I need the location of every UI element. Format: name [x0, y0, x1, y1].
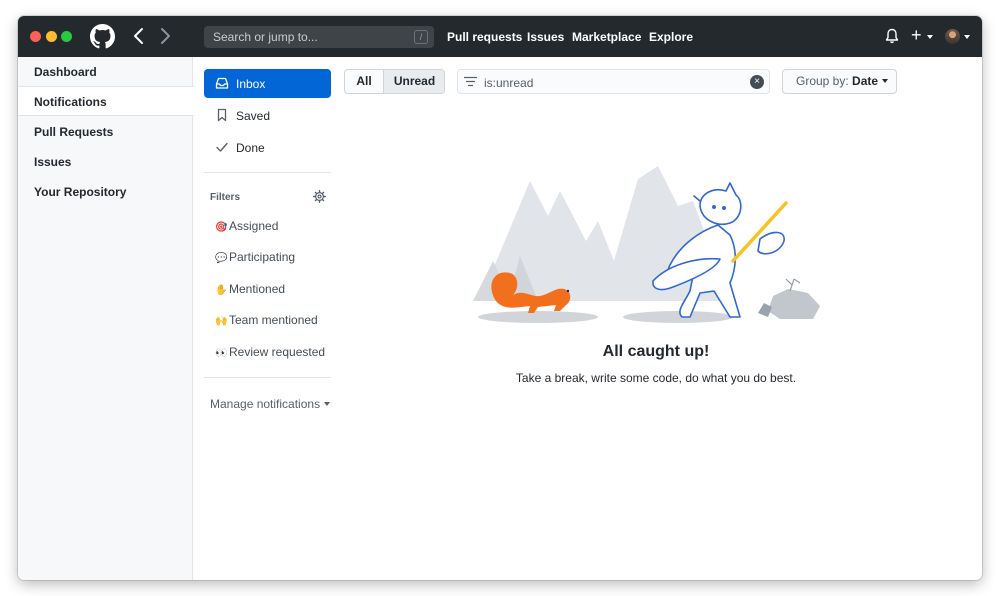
- filter-query-value: is:unread: [484, 76, 534, 90]
- clear-filter-icon[interactable]: ×: [750, 75, 764, 89]
- group-by-value: Date: [852, 74, 879, 88]
- filter-label: Team mentioned: [229, 313, 318, 327]
- octocat-shadow: [623, 311, 733, 323]
- search-shortcut-key: /: [414, 30, 428, 44]
- filter-all-button[interactable]: All: [345, 70, 383, 93]
- notif-nav-saved[interactable]: Saved: [204, 101, 331, 130]
- group-by-dropdown[interactable]: Group by: Date: [782, 69, 897, 94]
- sidebar-item-pull-requests[interactable]: Pull Requests: [18, 117, 193, 147]
- filter-label: Assigned: [229, 219, 279, 233]
- maximize-window-button[interactable]: [61, 31, 72, 42]
- notif-nav-label: Saved: [236, 109, 271, 123]
- filter-label: Participating: [229, 250, 296, 264]
- target-emoji-icon: 🎯: [215, 222, 228, 233]
- check-icon: [216, 142, 228, 152]
- notif-nav-done[interactable]: Done: [204, 133, 331, 162]
- back-arrow-icon[interactable]: [132, 27, 146, 45]
- empty-state-subtitle: Take a break, write some code, do what y…: [515, 371, 797, 385]
- search-placeholder: Search or jump to...: [213, 30, 318, 44]
- bell-icon[interactable]: [885, 28, 899, 44]
- raising-hands-emoji-icon: 🙌: [215, 316, 228, 327]
- notif-nav-label: Done: [236, 141, 265, 155]
- notif-nav-inbox[interactable]: Inbox: [204, 69, 331, 98]
- empty-state-title: All caught up!: [602, 343, 710, 360]
- create-new-caret-icon[interactable]: [927, 35, 933, 39]
- filter-team-mentioned[interactable]: 🙌 Team mentioned: [215, 313, 318, 327]
- eyes-emoji-icon: 👀: [215, 348, 228, 359]
- browser-window: Search or jump to... / Pull requests Iss…: [18, 16, 982, 580]
- squirrel-shadow: [478, 311, 598, 323]
- nav-marketplace[interactable]: Marketplace: [572, 30, 641, 44]
- user-avatar[interactable]: [945, 29, 960, 44]
- sidebar-item-notifications[interactable]: Notifications: [18, 86, 194, 116]
- nav-divider: [204, 172, 331, 173]
- filter-assigned[interactable]: 🎯 Assigned: [215, 219, 278, 233]
- read-state-toggle: All Unread: [344, 69, 445, 94]
- gear-icon[interactable]: [313, 190, 326, 203]
- left-sidebar: Dashboard Notifications Pull Requests Is…: [18, 57, 194, 580]
- filter-label: Review requested: [229, 345, 326, 359]
- filter-mentioned[interactable]: ✋ Mentioned: [215, 282, 285, 296]
- create-new-plus-icon[interactable]: +: [911, 25, 922, 45]
- sidebar-item-dashboard[interactable]: Dashboard: [18, 57, 193, 87]
- filters-heading: Filters: [210, 192, 241, 203]
- inbox-icon: [215, 77, 229, 89]
- filter-review-requested[interactable]: 👀 Review requested: [215, 345, 325, 359]
- minimize-window-button[interactable]: [46, 31, 57, 42]
- chevron-down-icon: [324, 402, 331, 406]
- manage-notifications-label: Manage notifications: [210, 397, 321, 411]
- nav-explore[interactable]: Explore: [649, 30, 693, 44]
- search-input[interactable]: Search or jump to... /: [204, 26, 434, 48]
- nav-issues[interactable]: Issues: [527, 30, 564, 44]
- filter-participating[interactable]: 💬 Participating: [215, 250, 295, 264]
- forward-arrow-icon[interactable]: [158, 27, 172, 45]
- filter-label: Mentioned: [229, 282, 286, 296]
- filter-lines-icon: [464, 76, 477, 87]
- close-window-button[interactable]: [30, 31, 41, 42]
- filters-divider: [204, 377, 331, 378]
- notification-filter-input[interactable]: is:unread ×: [457, 69, 770, 94]
- all-caught-up-illustration: [473, 166, 820, 323]
- manage-notifications-dropdown[interactable]: Manage notifications: [210, 397, 331, 411]
- github-logo-icon[interactable]: [90, 24, 115, 49]
- top-header: Search or jump to... / Pull requests Iss…: [18, 16, 982, 57]
- chevron-down-icon: [882, 79, 889, 83]
- sidebar-item-your-repository[interactable]: Your Repository: [18, 177, 193, 207]
- sidebar-item-issues[interactable]: Issues: [18, 147, 193, 177]
- nav-pull-requests[interactable]: Pull requests: [447, 30, 522, 44]
- speech-bubble-emoji-icon: 💬: [215, 253, 228, 264]
- filter-unread-button[interactable]: Unread: [383, 70, 444, 93]
- bookmark-icon: [217, 108, 227, 122]
- rock-figure: [758, 278, 820, 319]
- group-by-label: Group by:: [796, 74, 849, 88]
- user-menu-caret-icon[interactable]: [964, 35, 970, 39]
- raised-hand-emoji-icon: ✋: [215, 285, 228, 296]
- notif-nav-label: Inbox: [236, 77, 266, 91]
